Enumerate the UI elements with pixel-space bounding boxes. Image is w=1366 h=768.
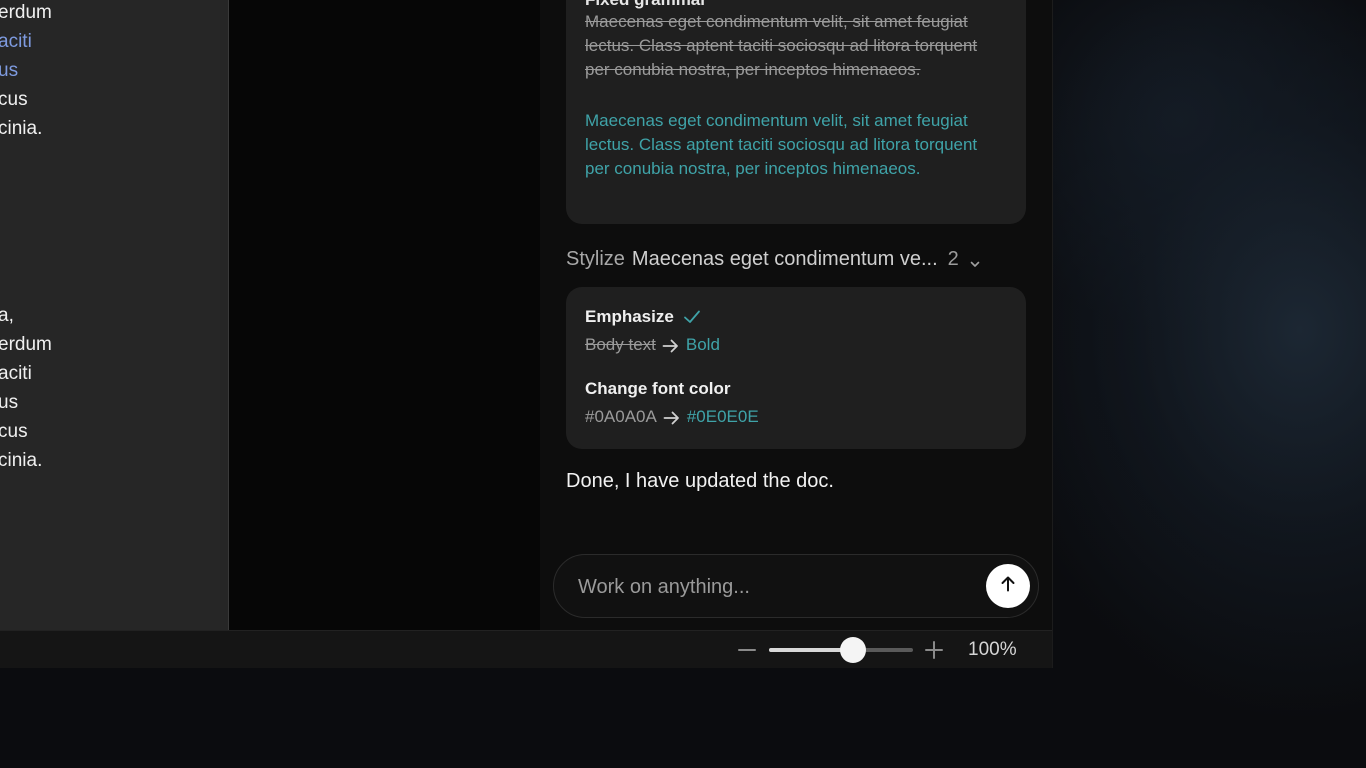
change-title-font-color: Change font color — [585, 379, 730, 399]
arrow-up-icon — [999, 575, 1017, 598]
app-window: erdum aciti us cus cinia. a, erdum aciti… — [0, 0, 1053, 668]
doc-line: erdum — [0, 2, 52, 23]
old-style-value: Body text — [585, 335, 656, 354]
stylize-target: Maecenas eget condimentum ve... — [631, 247, 938, 270]
zoom-slider[interactable] — [769, 637, 913, 663]
chat-input-container — [553, 554, 1039, 618]
change-title-label: Emphasize — [585, 307, 674, 326]
minus-icon — [738, 644, 756, 661]
stylize-count: 2 — [947, 247, 959, 270]
arrow-right-icon — [663, 410, 681, 425]
doc-line: cus — [0, 89, 28, 110]
assistant-reply: Done, I have updated the doc. — [566, 470, 834, 492]
zoom-out-button[interactable] — [738, 643, 756, 657]
arrow-right-icon — [662, 338, 680, 353]
grammar-card-heading: Fixed grammar — [585, 0, 707, 10]
chevron-down-icon[interactable] — [969, 253, 981, 267]
style-changes-card: Emphasize Body text Bold Change font col… — [566, 287, 1026, 449]
change-title-label: Change font color — [585, 379, 731, 398]
new-text: Maecenas eget condimentum velit, sit ame… — [585, 111, 978, 178]
doc-line: aciti — [0, 363, 32, 384]
change-detail-emphasize: Body text Bold — [585, 335, 720, 355]
doc-line: us — [0, 392, 19, 413]
old-text: Maecenas eget condimentum velit, sit ame… — [585, 12, 978, 79]
doc-line: erdum — [0, 334, 52, 355]
plus-icon — [925, 641, 943, 663]
zoom-in-button[interactable] — [925, 641, 943, 659]
doc-line-link[interactable]: aciti — [0, 27, 32, 56]
document-pane[interactable]: erdum aciti us cus cinia. a, erdum aciti… — [0, 0, 229, 630]
change-detail-font-color: #0A0A0A #0E0E0E — [585, 407, 759, 427]
zoom-slider-thumb[interactable] — [839, 637, 866, 663]
old-color-value: #0A0A0A — [585, 407, 657, 426]
doc-line: cinia. — [0, 450, 43, 471]
doc-line: a, — [0, 305, 14, 326]
new-style-value: Bold — [685, 335, 720, 354]
check-icon — [683, 309, 701, 325]
send-button[interactable] — [986, 564, 1030, 608]
doc-line: cus — [0, 421, 28, 442]
chat-input[interactable] — [576, 573, 960, 601]
stylize-label: Stylize — [566, 247, 625, 270]
doc-line: cinia. — [0, 118, 43, 139]
status-bar: 100% — [0, 630, 1052, 668]
stylize-summary-toggle[interactable]: Stylize Maecenas eget condimentum ve... … — [566, 244, 1026, 274]
doc-line-link[interactable]: us — [0, 56, 18, 85]
change-title-emphasize: Emphasize — [585, 307, 701, 327]
new-color-value: #0E0E0E — [686, 407, 759, 426]
zoom-level: 100% — [968, 639, 1017, 660]
chat-pane: Fixed grammar Maecenas eget condimentum … — [540, 0, 1052, 630]
grammar-change-card: Fixed grammar Maecenas eget condimentum … — [566, 0, 1026, 224]
